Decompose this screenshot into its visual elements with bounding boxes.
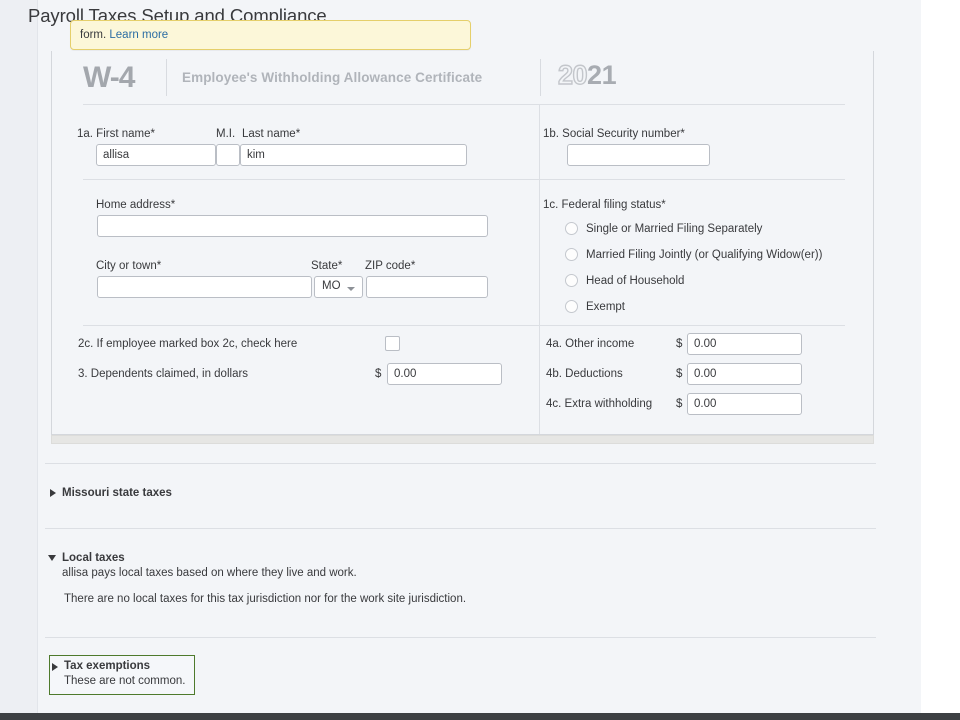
- state-select[interactable]: MO: [314, 276, 363, 298]
- info-banner: form. Learn more: [70, 20, 471, 50]
- radio-label-married-filing-jointly: Married Filing Jointly (or Qualifying Wi…: [586, 249, 822, 261]
- chevron-down-icon: [347, 287, 355, 291]
- radio-married-filing-jointly[interactable]: [565, 248, 578, 261]
- section-rule-bottom: [45, 637, 876, 638]
- w4-header-rule: [83, 104, 845, 105]
- w4-row1-rule: [83, 179, 845, 180]
- w4-year: 2021: [558, 60, 616, 91]
- bottom-bar: [0, 713, 960, 720]
- section-rule-middle: [45, 528, 876, 529]
- w4-year-hollow: 20: [558, 60, 587, 90]
- section-tax-exemptions[interactable]: Tax exemptions These are not common.: [49, 655, 195, 695]
- last-name-input[interactable]: [240, 144, 467, 166]
- w4-form-code: W-4: [83, 61, 134, 95]
- chevron-down-icon-local-taxes[interactable]: [48, 555, 56, 561]
- dependents-label: 3. Dependents claimed, in dollars: [78, 368, 248, 380]
- deductions-currency: $: [676, 368, 682, 380]
- section-header-state-taxes[interactable]: Missouri state taxes: [62, 487, 172, 499]
- extra-withholding-label: 4c. Extra withholding: [546, 398, 652, 410]
- w4-form-card: W-4 Employee's Withholding Allowance Cer…: [51, 51, 874, 435]
- radio-head-of-household[interactable]: [565, 274, 578, 287]
- w4-column-divider-lower: [539, 326, 540, 434]
- home-address-label: Home address*: [96, 199, 175, 211]
- right-margin: [921, 0, 960, 713]
- first-name-input[interactable]: [96, 144, 216, 166]
- other-income-currency: $: [676, 338, 682, 350]
- home-address-input[interactable]: [97, 215, 488, 237]
- state-select-value: MO: [322, 280, 341, 292]
- left-gutter: [0, 0, 38, 713]
- city-input[interactable]: [97, 276, 312, 298]
- extra-withholding-input[interactable]: [687, 393, 802, 415]
- w4-year-solid: 21: [587, 60, 616, 90]
- tax-exemptions-subtitle: These are not common.: [64, 675, 185, 687]
- w4-header: W-4 Employee's Withholding Allowance Cer…: [52, 51, 874, 104]
- info-banner-text: form. Learn more: [80, 29, 168, 41]
- zip-input[interactable]: [366, 276, 488, 298]
- other-income-label: 4a. Other income: [546, 338, 634, 350]
- radio-label-head-of-household: Head of Household: [586, 275, 684, 287]
- middle-initial-input[interactable]: [216, 144, 240, 166]
- section-header-local-taxes[interactable]: Local taxes: [62, 552, 125, 564]
- w4-subtitle: Employee's Withholding Allowance Certifi…: [182, 70, 482, 85]
- radio-exempt[interactable]: [565, 300, 578, 313]
- dependents-input[interactable]: [387, 363, 502, 385]
- w4-column-divider: [539, 105, 540, 325]
- deductions-label: 4b. Deductions: [546, 368, 623, 380]
- learn-more-link[interactable]: Learn more: [109, 29, 168, 41]
- deductions-input[interactable]: [687, 363, 802, 385]
- last-name-label: Last name*: [242, 128, 300, 140]
- w4-row2-rule: [83, 325, 845, 326]
- zip-label: ZIP code*: [365, 260, 415, 272]
- extra-withholding-currency: $: [676, 398, 682, 410]
- radio-label-exempt: Exempt: [586, 301, 625, 313]
- radio-label-single-or-married-separately: Single or Married Filing Separately: [586, 223, 762, 235]
- dependents-currency: $: [375, 368, 381, 380]
- filing-status-label: 1c. Federal filing status*: [543, 199, 666, 211]
- local-taxes-line-1: allisa pays local taxes based on where t…: [62, 567, 357, 579]
- ssn-label: 1b. Social Security number*: [543, 128, 685, 140]
- section-rule-top: [45, 463, 876, 464]
- chevron-right-icon-tax-exemptions[interactable]: [52, 663, 58, 671]
- box-2c-label: 2c. If employee marked box 2c, check her…: [78, 338, 297, 350]
- screen: Payroll Taxes Setup and Compliance form.…: [0, 0, 960, 720]
- w4-horizontal-scrollbar[interactable]: [51, 435, 874, 444]
- ssn-input[interactable]: [567, 144, 710, 166]
- first-name-label: 1a. First name*: [77, 128, 155, 140]
- state-label: State*: [311, 260, 342, 272]
- w4-header-divider-1: [166, 59, 167, 96]
- local-taxes-line-2: There are no local taxes for this tax ju…: [64, 593, 466, 605]
- box-2c-checkbox[interactable]: [385, 336, 400, 351]
- radio-single-or-married-separately[interactable]: [565, 222, 578, 235]
- city-label: City or town*: [96, 260, 161, 272]
- section-header-tax-exemptions[interactable]: Tax exemptions: [64, 660, 150, 672]
- other-income-input[interactable]: [687, 333, 802, 355]
- w4-header-divider-2: [540, 59, 541, 96]
- info-banner-prefix: form.: [80, 29, 109, 41]
- mi-label: M.I.: [216, 128, 235, 140]
- chevron-right-icon-state-taxes[interactable]: [50, 489, 56, 497]
